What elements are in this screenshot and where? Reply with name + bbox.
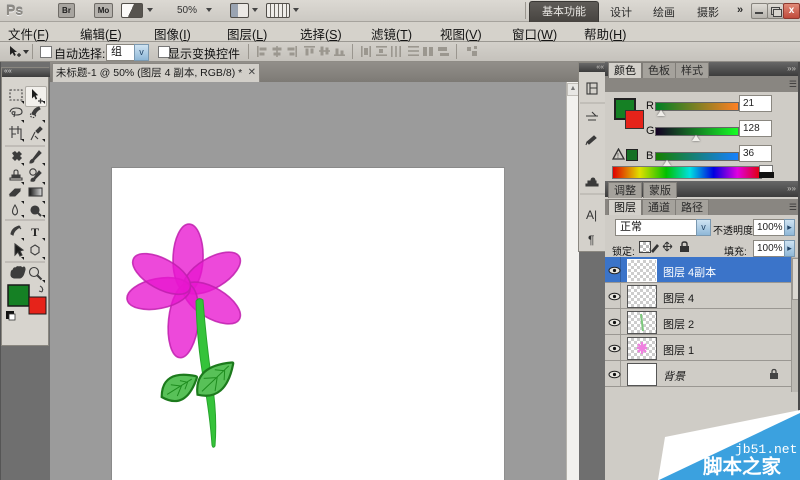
svg-text:T: T (31, 225, 39, 239)
svg-text:脚本之家: 脚本之家 (703, 455, 782, 478)
svg-text:¶: ¶ (588, 233, 594, 247)
svg-text:!: ! (617, 153, 619, 160)
svg-text:A|: A| (586, 208, 597, 222)
svg-text:jb51.net: jb51.net (735, 442, 797, 457)
